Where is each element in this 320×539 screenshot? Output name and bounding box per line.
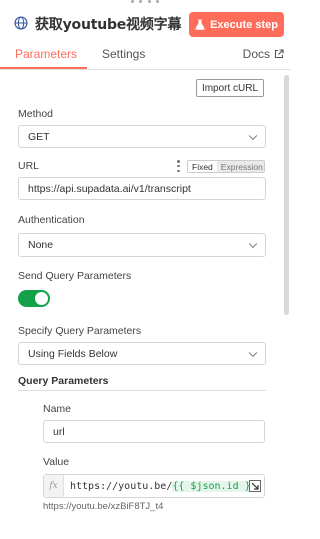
method-select[interactable]: GET <box>18 125 266 148</box>
globe-icon <box>14 16 28 30</box>
query-parameters-heading: Query Parameters <box>18 375 109 387</box>
param-name-input[interactable]: url <box>43 420 265 443</box>
flask-icon <box>195 19 205 30</box>
specify-query-select[interactable]: Using Fields Below <box>18 342 266 365</box>
resolved-value-preview: https://youtu.be/xzBiF8TJ_t4 <box>43 501 164 512</box>
active-tab-indicator <box>0 67 87 69</box>
section-divider <box>18 390 266 391</box>
expand-editor-icon[interactable] <box>249 480 261 492</box>
mode-fixed[interactable]: Fixed <box>188 161 217 172</box>
external-link-icon <box>274 49 284 59</box>
fixed-expression-toggle[interactable]: Fixed Expression <box>187 160 265 173</box>
chevron-down-icon <box>248 131 258 140</box>
chevron-down-icon <box>248 239 258 249</box>
url-input[interactable]: https://api.supadata.ai/v1/transcript <box>18 177 266 200</box>
node-header: 获取youtube视频字幕 Execute step <box>0 0 291 44</box>
authentication-label: Authentication <box>18 214 85 226</box>
method-value: GET <box>28 130 50 143</box>
send-query-toggle[interactable] <box>18 290 50 307</box>
param-name-label: Name <box>43 403 72 415</box>
url-value: https://api.supadata.ai/v1/transcript <box>28 182 191 195</box>
mode-expression[interactable]: Expression <box>216 161 264 172</box>
tab-bar: Parameters Settings Docs <box>0 44 291 70</box>
method-label: Method <box>18 108 54 120</box>
specify-query-label: Specify Query Parameters <box>18 325 142 337</box>
url-label: URL <box>18 160 40 172</box>
node-title[interactable]: 获取youtube视频字幕 <box>35 14 181 34</box>
param-value-expression-input[interactable]: fx https://youtu.be/{{ $json.id }} <box>43 474 265 498</box>
execute-step-label: Execute step <box>210 18 278 31</box>
docs-label: Docs <box>242 47 270 61</box>
specify-query-value: Using Fields Below <box>28 347 118 360</box>
docs-link[interactable]: Docs <box>243 47 284 61</box>
param-name-value: url <box>53 425 65 438</box>
execute-step-button[interactable]: Execute step <box>189 12 284 37</box>
toggle-knob <box>35 292 48 305</box>
authentication-select[interactable]: None <box>18 233 266 257</box>
fx-icon: fx <box>44 475 64 497</box>
chevron-down-icon <box>248 348 258 357</box>
send-query-label: Send Query Parameters <box>18 270 132 282</box>
param-value-label: Value <box>43 456 70 468</box>
authentication-value: None <box>28 239 54 251</box>
expression-text: https://youtu.be/{{ $json.id }} <box>64 480 257 492</box>
expression-variable: {{ $json.id }} <box>172 480 257 492</box>
tab-parameters[interactable]: Parameters <box>15 47 77 61</box>
scrollbar[interactable] <box>284 75 289 315</box>
import-curl-button[interactable]: Import cURL <box>196 79 264 97</box>
expression-prefix: https://youtu.be/ <box>70 480 173 492</box>
tab-settings[interactable]: Settings <box>102 47 145 61</box>
more-options-icon[interactable] <box>177 160 180 172</box>
